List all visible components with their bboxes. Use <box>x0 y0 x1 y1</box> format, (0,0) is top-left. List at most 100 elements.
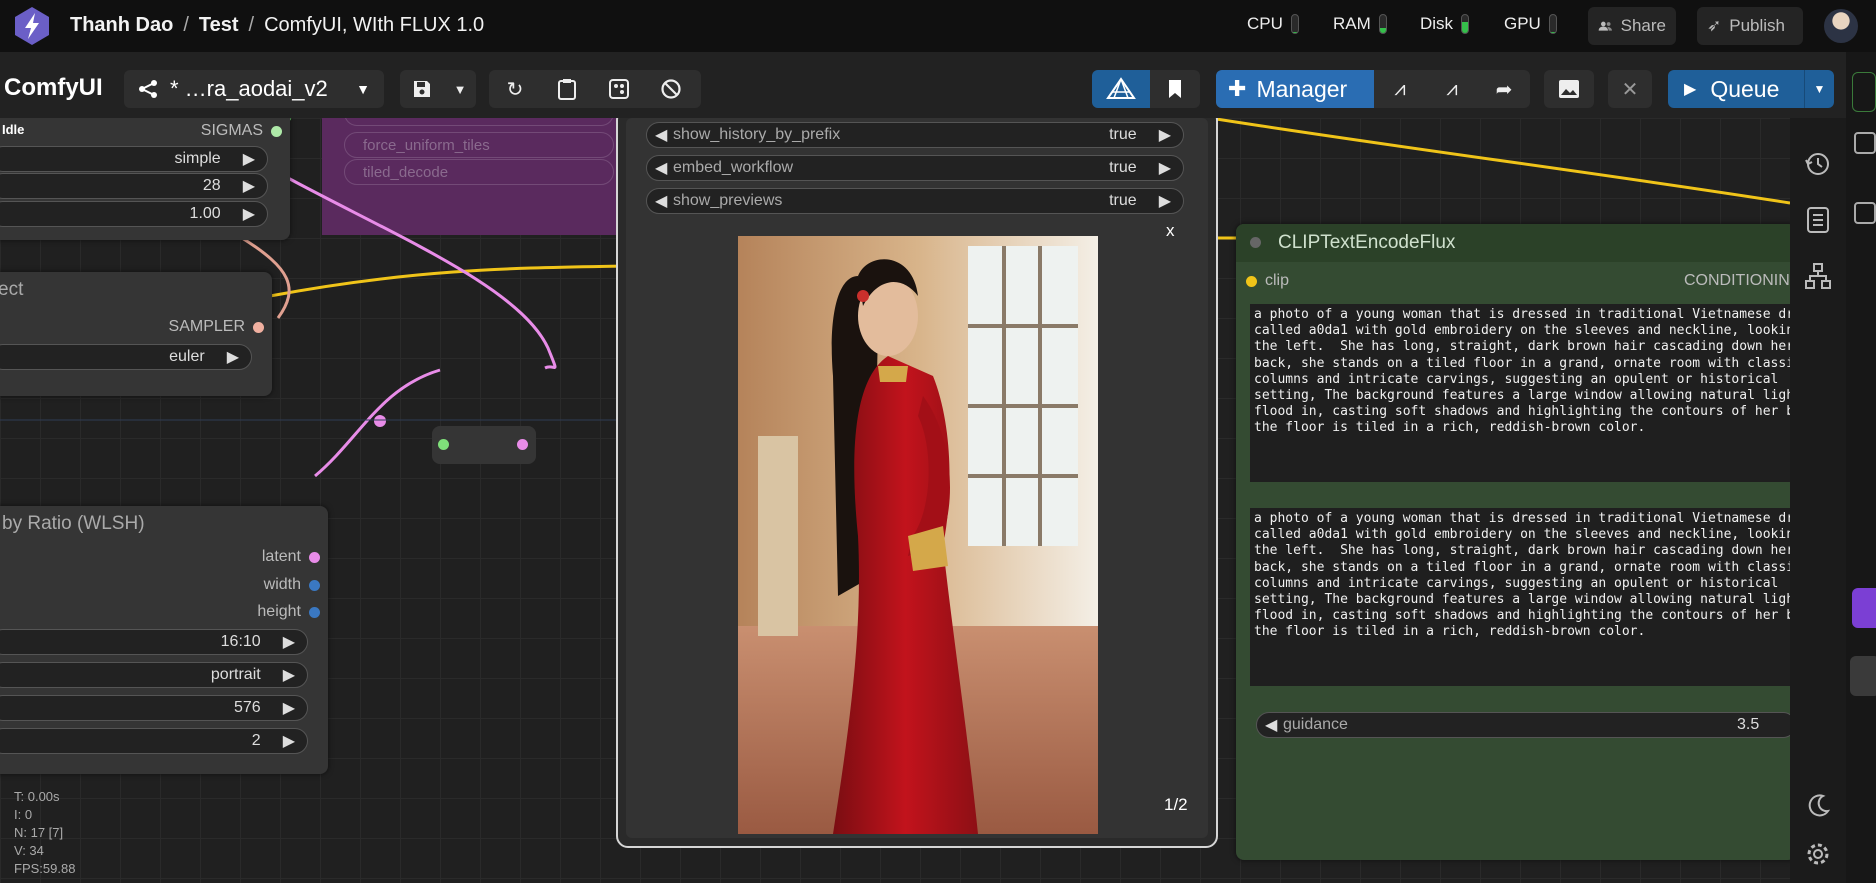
clip-input[interactable]: clip <box>1246 272 1289 290</box>
close-icon[interactable]: ✕ <box>1608 70 1652 108</box>
status-indicator: Idle <box>2 122 25 137</box>
arrow-right-icon[interactable]: ▶ <box>243 204 255 224</box>
sampler-dot[interactable] <box>253 321 264 333</box>
steps-widget[interactable]: 28 ▶ <box>0 173 268 199</box>
cancel-icon[interactable] <box>645 70 697 108</box>
width-output[interactable]: width <box>264 576 320 594</box>
arrow-right-icon[interactable]: ▶ <box>283 632 295 652</box>
save-icon[interactable] <box>400 70 444 108</box>
arrow-left-icon[interactable]: ◀ <box>655 191 667 211</box>
save-menu-chevron-icon[interactable]: ▼ <box>444 70 476 108</box>
comfy-logo-icon[interactable] <box>12 6 52 46</box>
size-widget[interactable]: 576 ▶ <box>0 695 308 721</box>
arrow-left-icon[interactable]: ◀ <box>1265 715 1277 735</box>
aspect-ratio-widget[interactable]: 16:10 ▶ <box>0 629 308 655</box>
node-canvas[interactable]: force_uniform_tiles tiled_decode SIGMAS … <box>0 118 1790 883</box>
latent-dot[interactable] <box>309 551 320 563</box>
moon-icon[interactable] <box>1802 790 1834 822</box>
generated-image[interactable] <box>738 236 1098 834</box>
sigmas-output[interactable]: SIGMAS <box>201 122 282 140</box>
reroute-node[interactable] <box>432 426 536 464</box>
show-previews-widget[interactable]: ◀ show_previews true ▶ <box>646 188 1184 214</box>
queue-button[interactable]: ▶ Queue <box>1668 70 1804 108</box>
arrow-right-icon[interactable]: ▶ <box>243 149 255 169</box>
arrow-right-icon[interactable]: ▶ <box>283 698 295 718</box>
clip-input-dot[interactable] <box>1246 275 1257 287</box>
fit-view-icon[interactable] <box>593 70 645 108</box>
latent-output[interactable]: latent <box>262 548 320 566</box>
sampler-select-node[interactable]: ect SAMPLER euler ▶ <box>0 272 272 396</box>
avatar[interactable] <box>1824 9 1858 43</box>
sampler-output[interactable]: SAMPLER <box>169 318 264 336</box>
height-dot[interactable] <box>309 606 320 618</box>
show-previews-value: true <box>1109 192 1137 209</box>
sampler-node-title[interactable]: ect <box>0 272 272 308</box>
panel-icon[interactable] <box>1854 202 1876 224</box>
gear-icon[interactable] <box>1802 838 1834 870</box>
arrow-right-icon[interactable]: ▶ <box>1159 158 1171 178</box>
manager-button[interactable]: ✚ Manager <box>1216 70 1374 108</box>
arrow-right-icon[interactable]: ▶ <box>1159 125 1171 145</box>
embed-workflow-widget[interactable]: ◀ embed_workflow true ▶ <box>646 155 1184 181</box>
clip-node-title[interactable]: CLIPTextEncodeFlux <box>1236 224 1790 262</box>
workspace-icon[interactable] <box>1092 70 1150 108</box>
reroute-input-dot[interactable] <box>438 439 449 450</box>
play-icon: ▶ <box>1684 81 1697 98</box>
arrow-left-icon[interactable]: ◀ <box>655 125 667 145</box>
arrow-left-icon[interactable]: ◀ <box>655 158 667 178</box>
denoise-widget[interactable]: 1.00 ▶ <box>0 201 268 227</box>
guidance-widget[interactable]: ◀ guidance 3.5 <box>1256 712 1790 738</box>
publish-button[interactable]: ➶ Publish <box>1697 7 1803 45</box>
terminal-icon[interactable] <box>1854 132 1876 154</box>
scheduler-node[interactable]: SIGMAS simple ▶ 28 ▶ 1.00 ▶ <box>0 118 290 240</box>
width-dot[interactable] <box>309 579 320 591</box>
node-update-icon[interactable]: ⩘ <box>1426 70 1478 108</box>
image-icon[interactable] <box>1544 70 1594 108</box>
app-brand[interactable]: ComfyUI <box>4 74 103 102</box>
share-button[interactable]: Share <box>1588 7 1676 45</box>
clip-text-encode-flux-node[interactable]: CLIPTextEncodeFlux clip CONDITIONIN a ph… <box>1236 224 1790 860</box>
collapse-dot[interactable] <box>1250 237 1261 248</box>
breadcrumb-project[interactable]: Test <box>199 14 239 37</box>
list-icon[interactable] <box>1802 204 1834 236</box>
height-output[interactable]: height <box>257 603 320 621</box>
history-icon[interactable] <box>1802 148 1834 180</box>
arrow-right-icon[interactable]: ▶ <box>1159 191 1171 211</box>
ram-label: RAM <box>1333 14 1371 33</box>
bookmark-icon[interactable] <box>1150 70 1200 108</box>
queue-options-chevron-icon[interactable]: ▼ <box>1804 70 1834 108</box>
ram-meter: RAM <box>1333 14 1387 34</box>
sampler-name-widget[interactable]: euler ▶ <box>0 344 252 370</box>
embed-workflow-value: true <box>1109 159 1137 176</box>
arrow-right-icon[interactable]: ▶ <box>283 665 295 685</box>
preview-close-button[interactable]: x <box>1166 221 1175 241</box>
batch-widget[interactable]: 2 ▶ <box>0 728 308 754</box>
refresh-icon[interactable]: ↻ <box>489 70 541 108</box>
orientation-widget[interactable]: portrait ▶ <box>0 662 308 688</box>
canvas-tools-group: ↻ <box>489 70 701 108</box>
arrow-right-icon[interactable]: ▶ <box>243 176 255 196</box>
sigmas-dot[interactable] <box>271 125 282 137</box>
queue-counter-icon[interactable] <box>1852 72 1876 112</box>
image-preview-node[interactable]: ◀ show_history_by_prefix true ▶ ◀ embed_w… <box>616 118 1218 848</box>
clip-l-prompt-textarea[interactable]: a photo of a young woman that is dressed… <box>1250 304 1790 482</box>
t5xxl-prompt-textarea[interactable]: a photo of a young woman that is dressed… <box>1250 508 1790 686</box>
workflow-selector[interactable]: * …ra_aodai_v2 ▼ <box>124 70 384 108</box>
latent-node-title[interactable]: by Ratio (WLSH) <box>0 506 328 542</box>
breadcrumb-workflow[interactable]: ComfyUI, WIth FLUX 1.0 <box>264 14 484 37</box>
forward-share-icon[interactable]: ➦ <box>1478 70 1530 108</box>
latent-by-ratio-node[interactable]: by Ratio (WLSH) latent width height 16:1… <box>0 506 328 774</box>
reroute-output-dot[interactable] <box>517 439 528 450</box>
clipboard-icon[interactable] <box>541 70 593 108</box>
zoom-control-icon[interactable] <box>1850 656 1876 696</box>
arrow-right-icon[interactable]: ▶ <box>227 347 239 367</box>
scheduler-widget[interactable]: simple ▶ <box>0 146 268 172</box>
show-history-widget[interactable]: ◀ show_history_by_prefix true ▶ <box>646 122 1184 148</box>
node-tree-icon[interactable] <box>1802 260 1834 292</box>
node-install-icon[interactable]: ⩘ <box>1374 70 1426 108</box>
breadcrumb-user[interactable]: Thanh Dao <box>70 14 173 37</box>
extension-icon[interactable] <box>1852 588 1876 628</box>
arrow-right-icon[interactable]: ▶ <box>283 731 295 751</box>
reroute-dot[interactable] <box>374 415 386 427</box>
conditioning-output[interactable]: CONDITIONIN <box>1684 272 1790 290</box>
